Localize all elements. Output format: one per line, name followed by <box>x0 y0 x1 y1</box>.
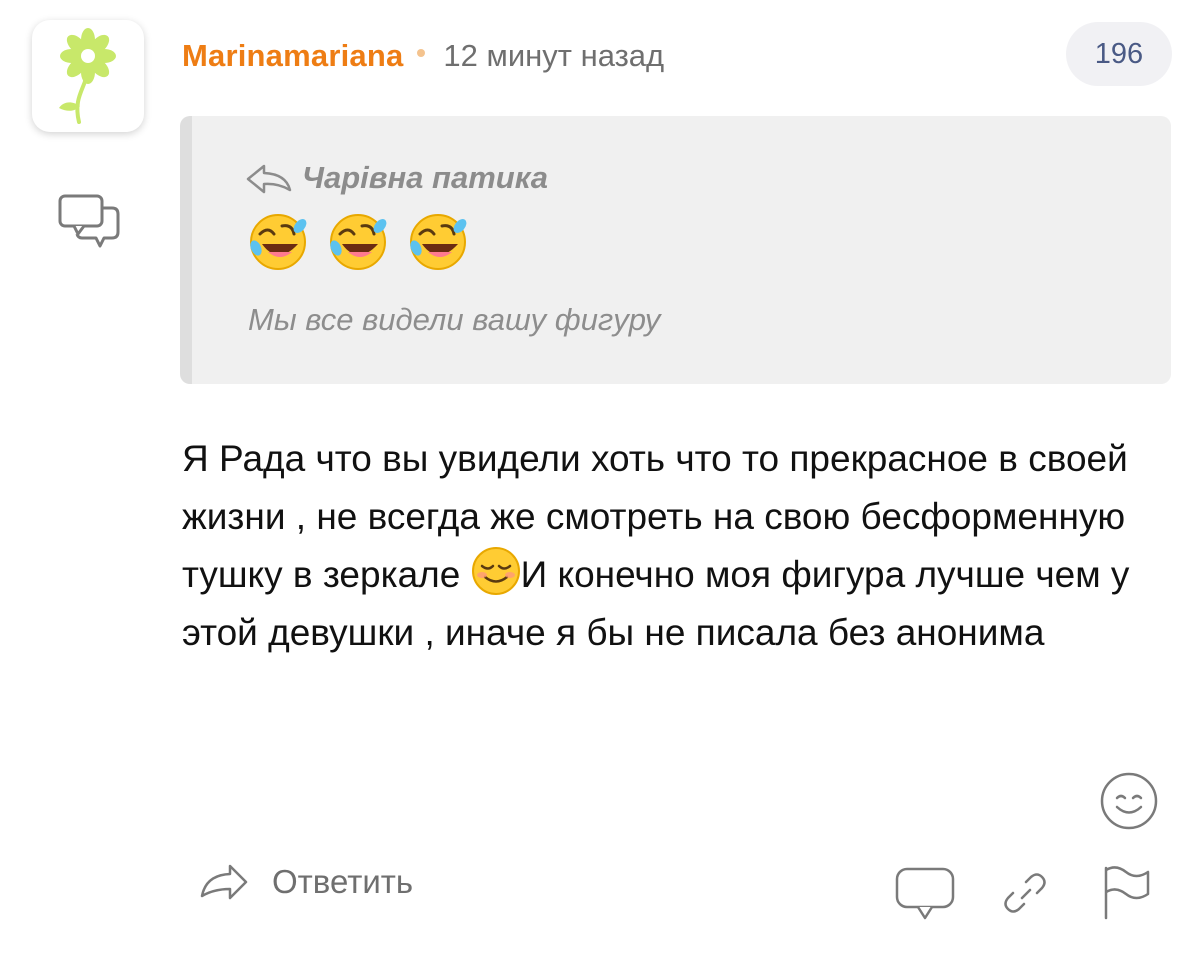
reply-arrow-icon <box>246 164 292 194</box>
quote-header: Чарівна патика <box>244 160 548 196</box>
reply-arrow-icon <box>200 864 248 900</box>
comments-thread-icon[interactable] <box>58 194 120 250</box>
add-reaction-icon[interactable] <box>1098 770 1160 832</box>
rolling-on-floor-laughing-icon <box>330 214 387 270</box>
quote-text: Мы все видели вашу фигуру <box>248 302 661 337</box>
comment-header: Marinamariana 12 минут назад <box>182 34 664 78</box>
smiling-face-icon <box>471 547 520 595</box>
rolling-on-floor-laughing-icon <box>250 214 307 270</box>
link-icon[interactable] <box>1000 868 1050 918</box>
reply-button[interactable]: Ответить <box>198 862 413 902</box>
reply-label: Ответить <box>272 863 414 900</box>
author-avatar[interactable] <box>32 20 144 132</box>
report-flag-icon[interactable] <box>1100 864 1154 922</box>
quote-emojis <box>248 212 468 272</box>
comment-body: Я Рада что вы увидели хоть что то прекра… <box>182 430 1182 662</box>
quote-author[interactable]: Чарівна патика <box>302 160 548 196</box>
flower-logo-icon <box>59 28 116 124</box>
author-name[interactable]: Marinamariana <box>182 38 403 74</box>
comment-timestamp: 12 минут назад <box>443 38 665 73</box>
quoted-comment[interactable]: Чарівна патика Мы все видели вашу фигуру <box>180 116 1171 384</box>
rating-badge[interactable]: 196 <box>1066 22 1172 86</box>
rolling-on-floor-laughing-icon <box>410 214 467 270</box>
separator-dot <box>417 49 426 57</box>
comment-icon[interactable] <box>894 866 956 922</box>
